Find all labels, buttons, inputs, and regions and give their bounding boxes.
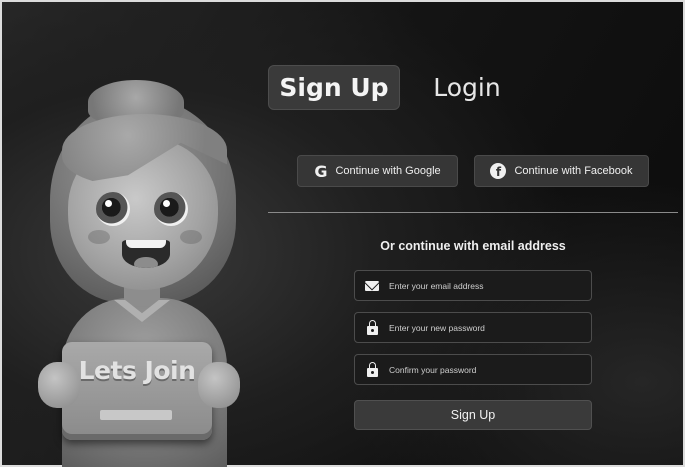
- left-cheek: [88, 230, 110, 244]
- continue-with-facebook-button[interactable]: f Continue with Facebook: [474, 155, 649, 187]
- email-input[interactable]: [389, 280, 591, 291]
- right-cheek: [180, 230, 202, 244]
- divider: [268, 212, 678, 213]
- right-hand: [198, 362, 240, 408]
- sign-bar: [100, 410, 172, 420]
- confirm-password-field[interactable]: [354, 354, 592, 385]
- left-eye: [96, 192, 130, 226]
- sign-up-button[interactable]: Sign Up: [354, 400, 592, 430]
- tab-login[interactable]: Login: [422, 65, 512, 110]
- lock-icon: [366, 361, 378, 377]
- lock-icon: [366, 319, 378, 335]
- password-field[interactable]: [354, 312, 592, 343]
- email-section-heading: Or continue with email address: [380, 239, 566, 253]
- email-field[interactable]: [354, 270, 592, 301]
- signup-page: Lets Join Sign Up Login G Continue with …: [0, 0, 685, 467]
- character-illustration: Lets Join: [22, 80, 262, 467]
- google-button-label: Continue with Google: [335, 165, 441, 177]
- mail-icon: [365, 280, 379, 291]
- google-icon: G: [314, 161, 328, 181]
- facebook-button-label: Continue with Facebook: [514, 165, 633, 177]
- confirm-password-input[interactable]: [389, 364, 591, 375]
- facebook-icon: f: [490, 163, 507, 179]
- left-hand: [38, 362, 80, 408]
- continue-with-google-button[interactable]: G Continue with Google: [297, 155, 458, 187]
- right-eye: [154, 192, 188, 226]
- smile: [122, 240, 170, 268]
- password-input[interactable]: [389, 322, 591, 333]
- tab-sign-up[interactable]: Sign Up: [268, 65, 400, 110]
- join-sign-text: Lets Join: [78, 356, 196, 385]
